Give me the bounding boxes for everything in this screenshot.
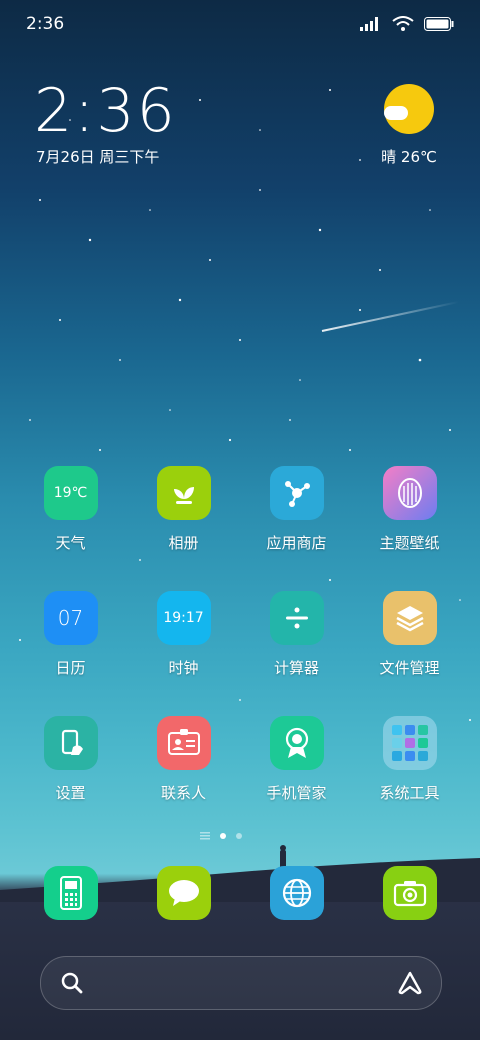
search-icon xyxy=(61,972,83,994)
app-label: 日历 xyxy=(55,659,86,677)
camera-icon xyxy=(382,866,437,920)
clock-widget-time[interactable]: 2:36 xyxy=(34,76,177,146)
calendar-icon: 07 xyxy=(43,591,98,645)
system-tools-folder-icon xyxy=(382,716,437,770)
messages-icon xyxy=(156,866,211,920)
app-gallery[interactable]: 相册 xyxy=(127,466,240,553)
assistant-icon[interactable] xyxy=(397,971,423,995)
dock-phone[interactable] xyxy=(14,866,127,920)
dock xyxy=(14,866,466,920)
security-icon xyxy=(269,716,324,770)
calculator-icon xyxy=(269,591,324,645)
app-store-icon xyxy=(269,466,324,520)
weather-widget[interactable]: 晴 26℃ xyxy=(374,84,444,167)
app-weather[interactable]: 19℃ 天气 xyxy=(14,466,127,553)
battery-icon xyxy=(424,17,454,31)
drag-handle-icon xyxy=(200,832,210,840)
app-themes[interactable]: 主题壁纸 xyxy=(353,466,466,553)
meteor-streak xyxy=(321,300,460,332)
app-label: 时钟 xyxy=(168,659,199,677)
search-bar[interactable] xyxy=(40,956,442,1010)
phone-icon xyxy=(43,866,98,920)
sunny-icon xyxy=(384,84,434,134)
app-label: 设置 xyxy=(55,784,86,802)
app-contacts[interactable]: 联系人 xyxy=(127,716,240,803)
weather-temp-badge: 19℃ xyxy=(53,485,88,501)
clock-icon: 19:17 xyxy=(156,591,211,645)
app-label: 相册 xyxy=(168,534,199,552)
app-label: 计算器 xyxy=(273,659,319,677)
app-label: 天气 xyxy=(55,534,86,552)
page-dot xyxy=(236,833,242,839)
gallery-sprout-icon xyxy=(156,466,211,520)
clock-widget-date: 7月26日 周三下午 xyxy=(36,148,160,166)
app-settings[interactable]: 设置 xyxy=(14,716,127,803)
app-store[interactable]: 应用商店 xyxy=(240,466,353,553)
browser-icon xyxy=(269,866,324,920)
status-time: 2:36 xyxy=(26,14,65,34)
weather-text: 晴 26℃ xyxy=(381,148,437,166)
app-file-manager[interactable]: 文件管理 xyxy=(353,591,466,678)
clock-time-badge: 19:17 xyxy=(163,610,204,626)
app-calendar[interactable]: 07 日历 xyxy=(14,591,127,678)
page-indicator[interactable] xyxy=(200,832,242,840)
contacts-icon xyxy=(156,716,211,770)
app-security[interactable]: 手机管家 xyxy=(240,716,353,803)
themes-icon xyxy=(382,466,437,520)
dock-camera[interactable] xyxy=(353,866,466,920)
app-label: 系统工具 xyxy=(379,784,440,802)
signal-icon xyxy=(360,17,378,31)
app-calculator[interactable]: 计算器 xyxy=(240,591,353,678)
app-label: 主题壁纸 xyxy=(379,534,440,552)
file-manager-icon xyxy=(382,591,437,645)
weather-icon: 19℃ xyxy=(43,466,98,520)
app-clock[interactable]: 19:17 时钟 xyxy=(127,591,240,678)
app-label: 文件管理 xyxy=(379,659,440,677)
status-bar: 2:36 xyxy=(0,0,480,50)
app-label: 联系人 xyxy=(160,784,206,802)
app-grid: 19℃ 天气 相册 应用商店 主题壁纸 07 日历 19:17 时钟 计算器 文… xyxy=(14,466,466,841)
folder-system-tools[interactable]: 系统工具 xyxy=(353,716,466,803)
dock-browser[interactable] xyxy=(240,866,353,920)
page-dot-active xyxy=(220,833,226,839)
dock-messages[interactable] xyxy=(127,866,240,920)
calendar-day-badge: 07 xyxy=(57,606,84,630)
wifi-icon xyxy=(392,16,414,31)
app-label: 手机管家 xyxy=(266,784,327,802)
settings-icon xyxy=(43,716,98,770)
app-label: 应用商店 xyxy=(266,534,327,552)
